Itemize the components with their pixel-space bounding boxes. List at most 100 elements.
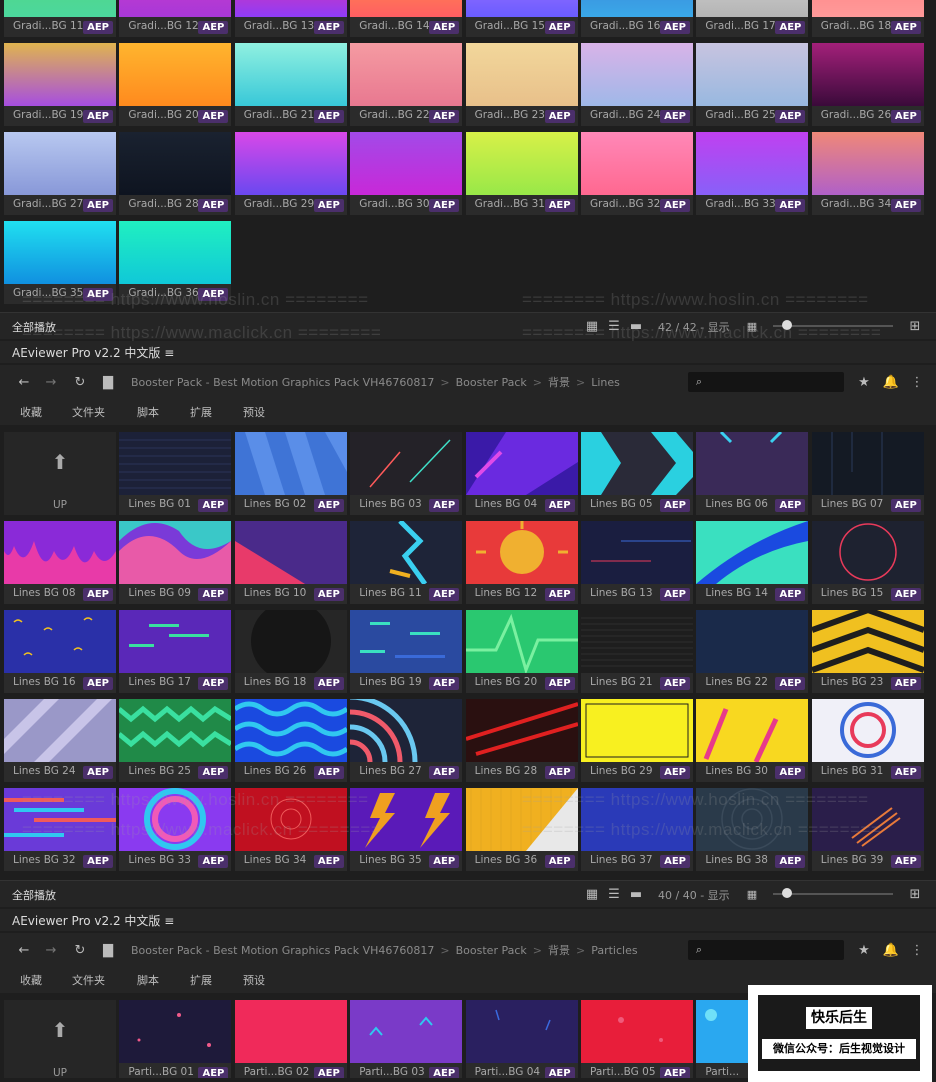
bell-icon[interactable]: 🔔: [883, 374, 899, 390]
asset-thumbnail[interactable]: [696, 132, 809, 195]
asset-thumbnail[interactable]: [234, 699, 347, 762]
asset-tile[interactable]: Parti...BG 04 AEP: [465, 1000, 578, 1078]
large-grid-icon[interactable]: ⊞: [906, 886, 924, 902]
tab-favorites[interactable]: 收藏: [20, 404, 42, 420]
forward-arrow-icon[interactable]: →: [43, 374, 59, 390]
asset-thumbnail[interactable]: [465, 521, 578, 584]
more-menu-icon[interactable]: ⋮: [911, 942, 924, 958]
asset-tile[interactable]: Gradi...BG 17 AEP: [696, 0, 809, 37]
asset-thumbnail[interactable]: [581, 43, 693, 106]
folder-icon[interactable]: ▇: [100, 374, 116, 390]
asset-thumbnail[interactable]: [581, 521, 693, 584]
asset-thumbnail[interactable]: [4, 132, 116, 195]
asset-tile[interactable]: Lines BG 15 AEP: [811, 521, 924, 604]
asset-thumbnail[interactable]: [119, 1000, 232, 1063]
up-folder-tile[interactable]: ⬆ UP: [4, 432, 116, 515]
asset-tile[interactable]: Parti...BG 05 AEP: [581, 1000, 693, 1078]
asset-thumbnail[interactable]: [234, 43, 347, 106]
star-icon[interactable]: ★: [856, 942, 872, 958]
more-menu-icon[interactable]: ⋮: [911, 374, 924, 390]
asset-thumbnail[interactable]: [350, 43, 463, 106]
asset-tile[interactable]: Gradi...BG 24 AEP: [581, 43, 693, 126]
asset-tile[interactable]: Lines BG 19 AEP: [350, 610, 463, 693]
asset-thumbnail[interactable]: [696, 432, 809, 495]
asset-thumbnail[interactable]: [465, 699, 578, 762]
asset-tile[interactable]: Lines BG 24 AEP: [4, 699, 116, 782]
asset-thumbnail[interactable]: [350, 699, 463, 762]
asset-thumbnail[interactable]: [811, 610, 924, 673]
asset-tile[interactable]: Gradi...BG 18 AEP: [811, 0, 924, 37]
asset-thumbnail[interactable]: [696, 43, 809, 106]
asset-thumbnail[interactable]: [811, 43, 924, 106]
asset-tile[interactable]: Gradi...BG 28 AEP: [119, 132, 232, 215]
breadcrumb-item[interactable]: Booster Pack - Best Motion Graphics Pack…: [131, 944, 434, 957]
search-input[interactable]: ⌕: [688, 940, 844, 960]
asset-tile[interactable]: Gradi...BG 15 AEP: [465, 0, 578, 37]
asset-tile[interactable]: Gradi...BG 20 AEP: [119, 43, 232, 126]
asset-tile[interactable]: Lines BG 20 AEP: [465, 610, 578, 693]
tab-folders[interactable]: 文件夹: [72, 404, 105, 420]
asset-tile[interactable]: Lines BG 27 AEP: [350, 699, 463, 782]
breadcrumb-item[interactable]: Particles: [591, 944, 637, 957]
asset-tile[interactable]: Lines BG 28 AEP: [465, 699, 578, 782]
up-folder-tile[interactable]: ⬆ UP: [4, 1000, 116, 1078]
asset-tile[interactable]: Lines BG 05 AEP: [581, 432, 693, 515]
asset-thumbnail[interactable]: [119, 699, 232, 762]
tab-presets[interactable]: 预设: [243, 972, 265, 988]
asset-tile[interactable]: Gradi...BG 33 AEP: [696, 132, 809, 215]
asset-thumbnail[interactable]: [465, 1000, 578, 1063]
asset-tile[interactable]: Lines BG 09 AEP: [119, 521, 232, 604]
asset-thumbnail[interactable]: [234, 610, 347, 673]
asset-tile[interactable]: Parti...BG 02 AEP: [234, 1000, 347, 1078]
asset-tile[interactable]: Gradi...BG 23 AEP: [465, 43, 578, 126]
asset-thumbnail[interactable]: [234, 432, 347, 495]
asset-tile[interactable]: Gradi...BG 27 AEP: [4, 132, 116, 215]
asset-thumbnail[interactable]: [350, 432, 463, 495]
asset-thumbnail[interactable]: [465, 0, 578, 17]
asset-tile[interactable]: Lines BG 08 AEP: [4, 521, 116, 604]
asset-thumbnail[interactable]: [119, 610, 232, 673]
refresh-icon[interactable]: ↻: [72, 942, 88, 958]
asset-thumbnail[interactable]: [811, 0, 924, 17]
bell-icon[interactable]: 🔔: [883, 942, 899, 958]
asset-tile[interactable]: Lines BG 23 AEP: [811, 610, 924, 693]
tab-scripts[interactable]: 脚本: [137, 972, 159, 988]
asset-tile[interactable]: Lines BG 01 AEP: [119, 432, 232, 515]
asset-tile[interactable]: Lines BG 14 AEP: [696, 521, 809, 604]
asset-thumbnail[interactable]: [350, 610, 463, 673]
asset-tile[interactable]: Lines BG 17 AEP: [119, 610, 232, 693]
asset-tile[interactable]: Gradi...BG 29 AEP: [234, 132, 347, 215]
search-input[interactable]: ⌕: [688, 372, 844, 392]
asset-thumbnail[interactable]: [581, 0, 693, 17]
asset-thumbnail[interactable]: [696, 699, 809, 762]
refresh-icon[interactable]: ↻: [72, 374, 88, 390]
asset-tile[interactable]: Gradi...BG 21 AEP: [234, 43, 347, 126]
asset-tile[interactable]: Lines BG 16 AEP: [4, 610, 116, 693]
asset-tile[interactable]: Lines BG 10 AEP: [234, 521, 347, 604]
tab-folders[interactable]: 文件夹: [72, 972, 105, 988]
asset-tile[interactable]: Lines BG 18 AEP: [234, 610, 347, 693]
tab-extensions[interactable]: 扩展: [190, 972, 212, 988]
asset-thumbnail[interactable]: [581, 432, 693, 495]
grid-view-icon[interactable]: ▦: [584, 886, 600, 902]
asset-tile[interactable]: Lines BG 12 AEP: [465, 521, 578, 604]
breadcrumb-item[interactable]: Booster Pack: [456, 376, 527, 389]
asset-tile[interactable]: Lines BG 13 AEP: [581, 521, 693, 604]
asset-tile[interactable]: Lines BG 07 AEP: [811, 432, 924, 515]
breadcrumb-item[interactable]: Lines: [591, 376, 620, 389]
asset-thumbnail[interactable]: [811, 132, 924, 195]
asset-tile[interactable]: Gradi...BG 31 AEP: [465, 132, 578, 215]
asset-thumbnail[interactable]: [811, 699, 924, 762]
asset-tile[interactable]: Gradi...BG 13 AEP: [234, 0, 347, 37]
asset-thumbnail[interactable]: [696, 610, 809, 673]
asset-thumbnail[interactable]: [696, 0, 809, 17]
asset-tile[interactable]: Gradi...BG 22 AEP: [350, 43, 463, 126]
asset-thumbnail[interactable]: [465, 610, 578, 673]
asset-tile[interactable]: Lines BG 29 AEP: [581, 699, 693, 782]
small-grid-icon[interactable]: ▦: [744, 886, 760, 902]
asset-thumbnail[interactable]: [4, 699, 116, 762]
asset-thumbnail[interactable]: [811, 432, 924, 495]
asset-thumbnail[interactable]: [234, 521, 347, 584]
tab-favorites[interactable]: 收藏: [20, 972, 42, 988]
folder-icon[interactable]: ▇: [100, 942, 116, 958]
